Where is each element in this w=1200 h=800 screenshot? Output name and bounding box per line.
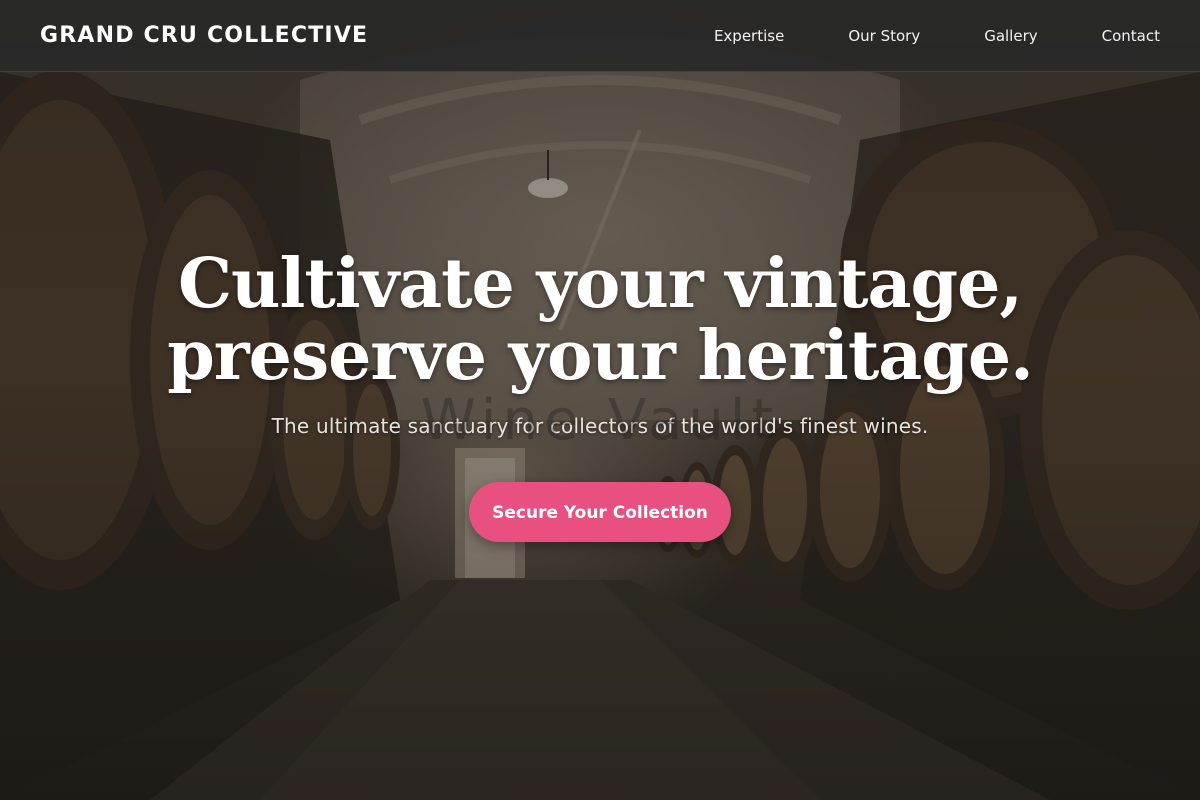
landing-page: GRAND CRU COLLECTIVE Expertise Our Story… [0,0,1200,800]
nav-link-our-story[interactable]: Our Story [848,27,920,45]
hero-title: Cultivate your vintage, preserve your he… [0,248,1200,392]
nav-link-contact[interactable]: Contact [1102,27,1160,45]
nav-link-gallery[interactable]: Gallery [984,27,1037,45]
brand-logo[interactable]: GRAND CRU COLLECTIVE [40,23,368,48]
hero-section: Wine Vault Cultivate your vintage, prese… [0,248,1200,542]
hero-title-line-2: preserve your heritage. [167,316,1034,396]
main-nav: Expertise Our Story Gallery Contact [650,27,1160,45]
site-header: GRAND CRU COLLECTIVE Expertise Our Story… [0,0,1200,72]
hero-subtitle: The ultimate sanctuary for collectors of… [271,414,929,438]
secure-collection-button[interactable]: Secure Your Collection [469,482,731,542]
nav-link-expertise[interactable]: Expertise [714,27,784,45]
hero-title-line-1: Cultivate your vintage, [177,244,1023,324]
